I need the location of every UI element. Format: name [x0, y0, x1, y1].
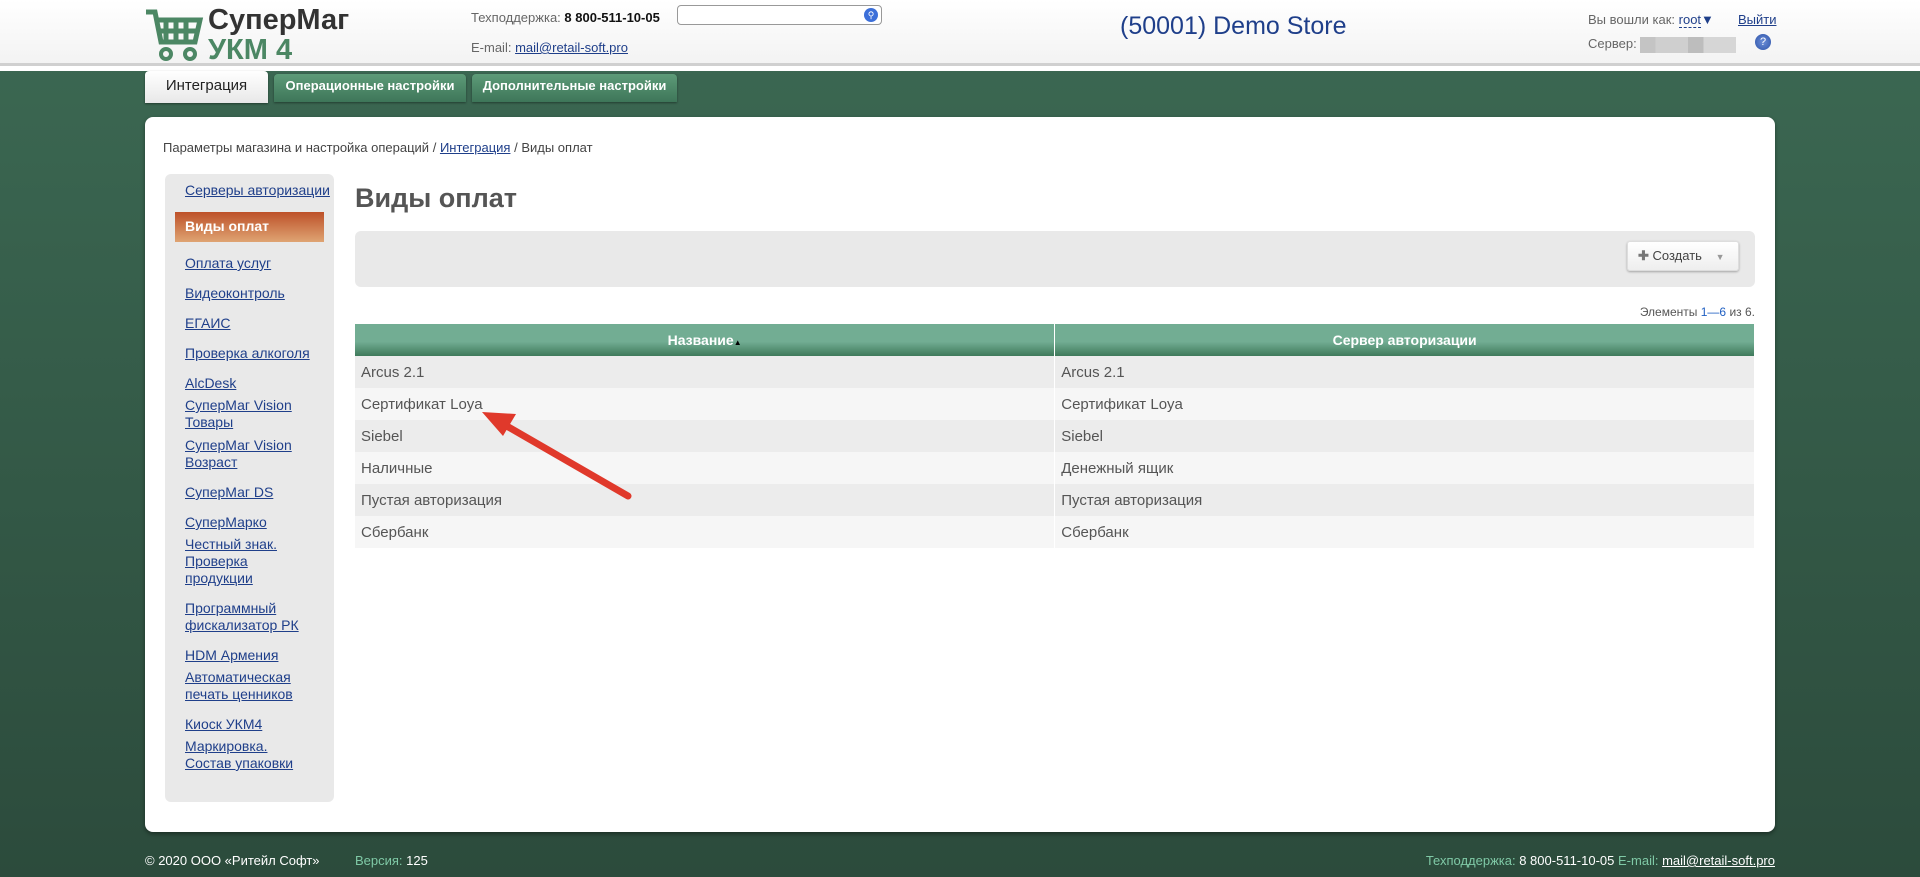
- cell-name: Siebel: [355, 420, 1056, 452]
- plus-icon: ✚: [1638, 248, 1649, 263]
- table-row[interactable]: Siebel Siebel: [355, 420, 1755, 452]
- breadcrumb-separator: /: [514, 140, 518, 155]
- sidebar-item[interactable]: Оплата услуг: [165, 255, 334, 272]
- sidebar-item[interactable]: Серверы авторизации: [165, 182, 334, 199]
- pagination-count: Элементы 1—6 из 6.: [1640, 305, 1755, 319]
- tab-integration[interactable]: Интеграция: [145, 71, 268, 103]
- sort-asc-icon: ▲: [733, 338, 742, 347]
- count-prefix: Элементы: [1639, 305, 1698, 319]
- sidebar-item[interactable]: HDM Армения: [165, 647, 334, 664]
- search-icon[interactable]: ⚲: [864, 8, 878, 22]
- footer-support-label: Техподдержка:: [1425, 853, 1516, 868]
- cell-name: Сбербанк: [355, 516, 1056, 548]
- login-label: Вы вошли как:: [1588, 12, 1676, 27]
- sidebar-item[interactable]: AlcDesk: [165, 375, 334, 392]
- sidebar-item[interactable]: ЕГАИС: [165, 315, 334, 332]
- login-info: Вы вошли как: root▼: [1588, 12, 1714, 28]
- cell-name: Наличные: [355, 452, 1056, 484]
- sidebar-item[interactable]: Автоматическая печать ценников: [165, 669, 305, 703]
- cell-name: Arcus 2.1: [355, 356, 1056, 388]
- server-label: Сервер:: [1588, 36, 1637, 51]
- version-value: 125: [406, 853, 428, 868]
- server-value-redacted: [1640, 36, 1737, 53]
- sidebar-item[interactable]: Видеоконтроль: [165, 285, 334, 302]
- create-label: Создать: [1652, 248, 1702, 263]
- sidebar-item[interactable]: СуперМарко: [165, 514, 334, 531]
- email-label: E-mail:: [471, 40, 512, 55]
- cell-name: Сертификат Loya: [355, 388, 1056, 420]
- breadcrumb-integration[interactable]: Интеграция: [440, 140, 511, 155]
- support-info: Техподдержка: 8 800-511-10-05: [471, 10, 660, 25]
- search-input[interactable]: ⚲: [677, 5, 882, 25]
- table-row[interactable]: Наличные Денежный ящик: [355, 452, 1755, 484]
- cell-auth-server: Сертификат Loya: [1054, 388, 1755, 420]
- toolbar: ✚ Создать ▼: [355, 231, 1755, 287]
- column-header-name[interactable]: Название▲: [355, 324, 1056, 356]
- sidebar-item-active[interactable]: Виды оплат: [175, 212, 324, 242]
- cell-name: Пустая авторизация: [355, 484, 1056, 516]
- footer-copyright: © 2020 ООО «Ритейл Софт»: [145, 853, 320, 868]
- header: СуперМаг УКМ 4 Техподдержка: 8 800-511-1…: [0, 0, 1920, 71]
- server-info: Сервер:: [1588, 36, 1737, 53]
- breadcrumb: Параметры магазина и настройка операций …: [163, 140, 593, 155]
- tab-operational-settings[interactable]: Операционные настройки: [274, 74, 466, 102]
- content-panel: Параметры магазина и настройка операций …: [145, 117, 1775, 832]
- store-name: (50001) Demo Store: [1120, 12, 1347, 40]
- sidebar-item[interactable]: СуперМаг Vision Товары: [165, 397, 305, 431]
- brand-product: УКМ 4: [208, 34, 293, 66]
- table-row[interactable]: Arcus 2.1 Arcus 2.1: [355, 356, 1755, 388]
- cell-auth-server: Сбербанк: [1054, 516, 1755, 548]
- table-row[interactable]: Сбербанк Сбербанк: [355, 516, 1755, 548]
- footer-version: Версия: 125: [355, 853, 428, 868]
- tab-additional-settings[interactable]: Дополнительные настройки: [472, 74, 677, 102]
- breadcrumb-current: Виды оплат: [521, 140, 593, 155]
- sidebar-item[interactable]: Программный фискализатор РК: [165, 600, 305, 634]
- count-suffix: из 6.: [1729, 305, 1755, 319]
- cell-auth-server: Siebel: [1054, 420, 1755, 452]
- count-range: 1—6: [1700, 305, 1727, 319]
- logout-link[interactable]: Выйти: [1738, 12, 1777, 27]
- email-link[interactable]: mail@retail-soft.pro: [515, 40, 628, 55]
- support-phone: 8 800-511-10-05: [564, 10, 660, 25]
- email-info: E-mail: mail@retail-soft.pro: [471, 40, 628, 55]
- page-title: Виды оплат: [355, 183, 517, 213]
- sidebar-item[interactable]: Киоск УКМ4: [165, 716, 334, 733]
- column-header-auth-server[interactable]: Сервер авторизации: [1054, 324, 1755, 356]
- breadcrumb-separator: /: [432, 140, 437, 155]
- chevron-down-icon[interactable]: ▼: [1701, 12, 1714, 27]
- footer-email-label: E-mail:: [1618, 853, 1659, 868]
- brand-name: СуперМаг: [208, 4, 350, 36]
- payment-types-table: Название▲ Сервер авторизации Arcus 2.1 Ar…: [355, 324, 1755, 548]
- cell-auth-server: Денежный ящик: [1054, 452, 1755, 484]
- sidebar-item[interactable]: Проверка алкоголя: [165, 345, 334, 362]
- create-button[interactable]: ✚ Создать ▼: [1627, 241, 1739, 271]
- support-label: Техподдержка:: [471, 10, 561, 25]
- column-header-label: Название: [667, 332, 734, 348]
- table-row[interactable]: Сертификат Loya Сертификат Loya: [355, 388, 1755, 420]
- chevron-down-icon: ▼: [1715, 252, 1725, 262]
- table-row[interactable]: Пустая авторизация Пустая авторизация: [355, 484, 1755, 516]
- sidebar-item[interactable]: Честный знак. Проверка продукции: [165, 536, 285, 587]
- cell-auth-server: Пустая авторизация: [1054, 484, 1755, 516]
- cell-auth-server: Arcus 2.1: [1054, 356, 1755, 388]
- sidebar: Серверы авторизации Виды оплат Оплата ус…: [165, 174, 334, 802]
- footer-support-phone: 8 800-511-10-05: [1519, 853, 1615, 868]
- sidebar-item[interactable]: Маркировка. Состав упаковки: [165, 738, 315, 772]
- version-label: Версия:: [355, 853, 403, 868]
- sidebar-item[interactable]: СуперМаг Vision Возраст: [165, 437, 305, 471]
- footer-email-link[interactable]: mail@retail-soft.pro: [1662, 853, 1775, 868]
- footer-support: Техподдержка: 8 800-511-10-05 E-mail: ma…: [1426, 853, 1775, 868]
- breadcrumb-root: Параметры магазина и настройка операций: [163, 140, 430, 155]
- sidebar-item[interactable]: СуперМаг DS: [165, 484, 334, 501]
- cart-logo-icon: [146, 9, 204, 61]
- help-icon[interactable]: ?: [1755, 34, 1771, 50]
- user-menu[interactable]: root: [1678, 12, 1702, 28]
